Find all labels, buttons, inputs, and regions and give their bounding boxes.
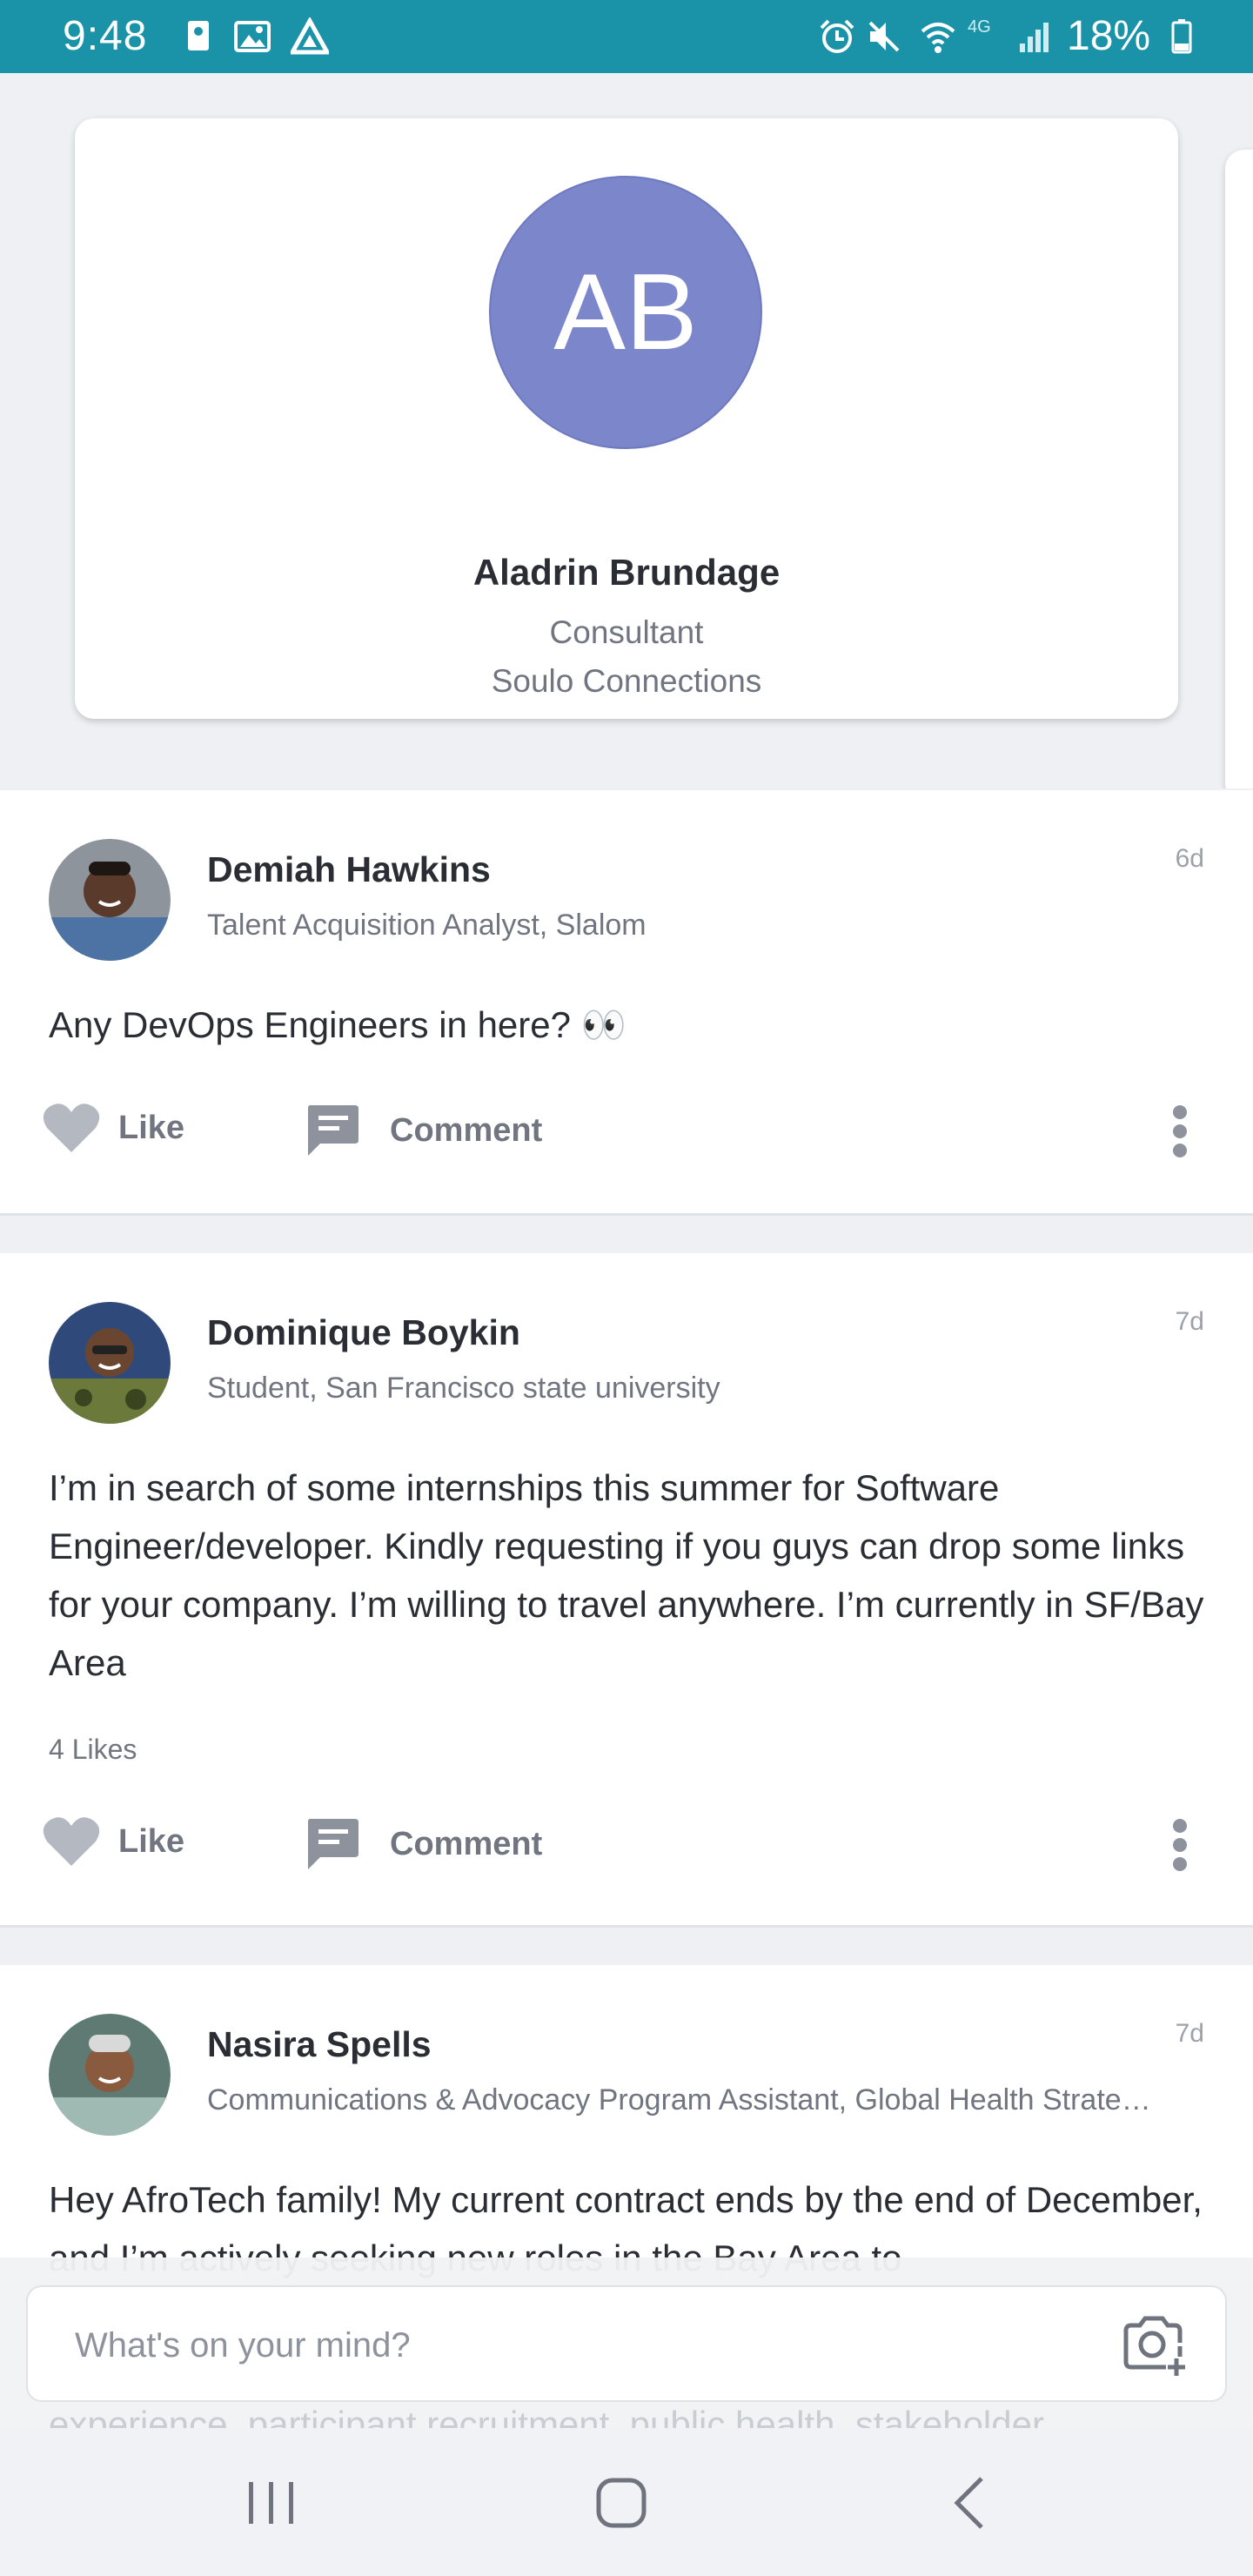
author-avatar[interactable] <box>49 839 171 961</box>
post-input[interactable] <box>73 2315 1077 2376</box>
like-label: Like <box>118 1109 185 1146</box>
post-card: Dominique Boykin Student, San Francisco … <box>0 1253 1253 1928</box>
comment-button[interactable]: Comment <box>305 1815 542 1873</box>
battery-percent: 18% <box>1067 13 1151 59</box>
next-card-peek[interactable] <box>1225 150 1253 788</box>
profile-company: Soulo Connections <box>491 663 762 699</box>
system-nav-bar <box>0 2428 1253 2576</box>
alarm-icon <box>820 19 854 53</box>
like-label: Like <box>118 1822 185 1860</box>
post-body-continuation: experience, participant recruitment, pub… <box>49 2404 1044 2430</box>
image-icon <box>234 21 271 52</box>
network-label: 4G <box>968 17 991 37</box>
comment-icon <box>308 1105 358 1156</box>
post-time: 7d <box>1175 2019 1204 2048</box>
mute-icon <box>868 21 900 52</box>
heart-icon <box>43 1817 100 1866</box>
like-button[interactable]: Like <box>42 1815 184 1868</box>
status-time: 9:48 <box>63 13 148 59</box>
post-body: Any DevOps Engineers in here? 👀 <box>49 1004 626 1045</box>
back-icon[interactable] <box>936 2470 1006 2536</box>
home-icon[interactable] <box>586 2470 656 2536</box>
author-avatar[interactable] <box>49 2014 171 2136</box>
more-options-icon[interactable] <box>1171 1105 1189 1157</box>
post-author[interactable]: Demiah Hawkins <box>207 849 491 890</box>
comment-label: Comment <box>390 1111 543 1149</box>
recent-apps-icon[interactable] <box>237 2470 306 2536</box>
post-author[interactable]: Dominique Boykin <box>207 1312 520 1353</box>
location-icon <box>188 21 209 50</box>
profile-role: Consultant <box>549 614 704 650</box>
post-headline: Talent Acquisition Analyst, Slalom <box>207 909 647 942</box>
post-headline: Communications & Advocacy Program Assist… <box>207 2083 1151 2116</box>
app-icon <box>291 17 329 55</box>
profile-name: Aladrin Brundage <box>472 552 781 593</box>
signal-icon <box>1020 23 1049 52</box>
comment-icon <box>308 1819 358 1869</box>
post-body: I’m in search of some internships this s… <box>49 1467 1204 1683</box>
like-button[interactable]: Like <box>42 1102 184 1154</box>
likes-count[interactable]: 4 Likes <box>49 1734 137 1766</box>
post-card: Demiah Hawkins Talent Acquisition Analys… <box>0 790 1253 1216</box>
post-time: 6d <box>1175 844 1204 873</box>
profile-carousel[interactable]: AB Aladrin Brundage Consultant Soulo Con… <box>0 73 1253 788</box>
author-avatar[interactable] <box>49 1302 171 1424</box>
comment-button[interactable]: Comment <box>305 1102 542 1159</box>
profile-card[interactable]: AB Aladrin Brundage Consultant Soulo Con… <box>75 118 1178 719</box>
post-headline: Student, San Francisco state university <box>207 1372 720 1405</box>
wifi-icon <box>921 23 955 53</box>
more-options-icon[interactable] <box>1171 1819 1189 1871</box>
heart-icon <box>43 1104 100 1152</box>
composer[interactable] <box>26 2285 1227 2402</box>
battery-icon <box>1171 19 1192 54</box>
comment-label: Comment <box>390 1825 543 1862</box>
profile-avatar: AB <box>489 176 762 449</box>
status-bar: 9:48 4G 18% <box>0 0 1253 73</box>
post-author[interactable]: Nasira Spells <box>207 2024 432 2065</box>
camera-add-icon[interactable] <box>1119 2311 1189 2379</box>
post-time: 7d <box>1175 1307 1204 1336</box>
